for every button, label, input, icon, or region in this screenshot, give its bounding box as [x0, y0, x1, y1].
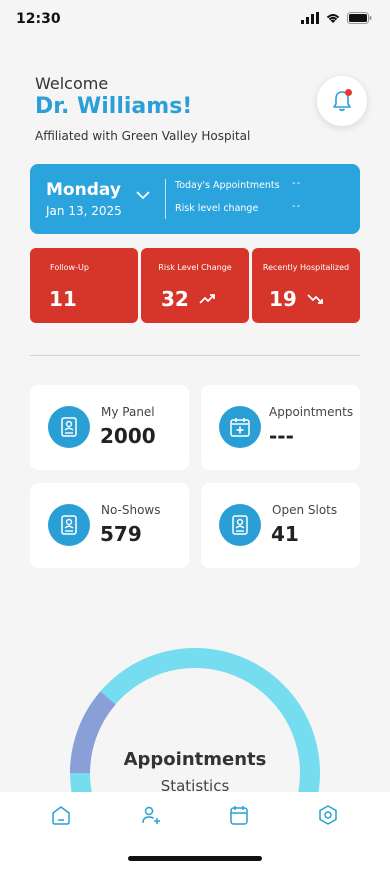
appointments-card[interactable]: Appointments --- — [201, 385, 360, 470]
my-panel-label: My Panel — [101, 405, 155, 419]
day-summary-card[interactable]: Monday Jan 13, 2025 Today's Appointments… — [30, 164, 360, 234]
follow-up-value-row: 11 — [49, 287, 77, 311]
appointments-label: Appointments — [269, 405, 354, 419]
status-bar: 12:30 — [0, 0, 390, 40]
trending-down-icon — [307, 294, 323, 304]
recently-hospitalized-value: 19 — [269, 287, 297, 311]
welcome-text: Welcome — [35, 74, 109, 93]
tab-add-patient[interactable] — [139, 803, 163, 827]
risk-change-value: -- — [292, 201, 302, 212]
my-panel-value: 2000 — [100, 424, 156, 448]
section-divider — [30, 355, 360, 356]
risk-level-change-label: Risk Level Change — [158, 263, 232, 272]
recently-hospitalized-value-row: 19 — [269, 287, 323, 311]
divider — [165, 179, 166, 219]
recently-hospitalized-card[interactable]: Recently Hospitalized 19 — [252, 248, 360, 323]
donut-title: Appointments — [123, 749, 267, 770]
home-indicator — [128, 856, 262, 861]
tab-calendar[interactable] — [227, 803, 251, 827]
profile-card-icon — [219, 504, 261, 546]
wifi-icon — [326, 14, 340, 23]
open-slots-card[interactable]: Open Slots 41 — [201, 483, 360, 568]
profile-card-icon — [48, 406, 90, 448]
chevron-down-icon[interactable] — [136, 190, 150, 200]
signal-icon — [301, 12, 319, 24]
trending-up-icon — [199, 294, 215, 304]
settings-icon — [319, 805, 337, 825]
calendar-plus-icon — [219, 406, 261, 448]
calendar-icon — [230, 806, 248, 825]
bell-icon — [333, 89, 352, 112]
tab-home[interactable] — [49, 803, 73, 827]
donut-main-segment — [70, 648, 320, 792]
no-shows-value: 579 — [100, 522, 142, 546]
risk-level-change-value-row: 32 — [161, 287, 215, 311]
date-label: Jan 13, 2025 — [46, 204, 122, 218]
no-shows-card[interactable]: No-Shows 579 — [30, 483, 189, 568]
risk-level-change-value: 32 — [161, 287, 189, 311]
appointments-value: --- — [269, 424, 294, 448]
recently-hospitalized-label: Recently Hospitalized — [262, 263, 350, 272]
todays-appointments-value: -- — [292, 178, 302, 189]
no-shows-label: No-Shows — [101, 503, 161, 517]
follow-up-card[interactable]: Follow-Up 11 — [30, 248, 138, 323]
affiliation-text: Affiliated with Green Valley Hospital — [35, 129, 251, 143]
user-plus-icon — [142, 806, 160, 824]
tab-settings[interactable] — [316, 803, 340, 827]
open-slots-value: 41 — [271, 522, 299, 546]
todays-appointments-label: Today's Appointments — [175, 180, 280, 191]
risk-change-label: Risk level change — [175, 203, 259, 214]
profile-card-icon — [48, 504, 90, 546]
follow-up-value: 11 — [49, 287, 77, 311]
open-slots-label: Open Slots — [272, 503, 338, 517]
my-panel-card[interactable]: My Panel 2000 — [30, 385, 189, 470]
day-label: Monday — [46, 180, 121, 200]
doctor-name: Dr. Williams! — [35, 94, 193, 119]
battery-icon — [347, 12, 372, 24]
notification-button[interactable] — [317, 76, 367, 126]
status-time: 12:30 — [16, 11, 61, 27]
risk-level-change-card[interactable]: Risk Level Change 32 — [141, 248, 249, 323]
home-icon — [52, 806, 70, 825]
status-icons — [301, 12, 372, 24]
